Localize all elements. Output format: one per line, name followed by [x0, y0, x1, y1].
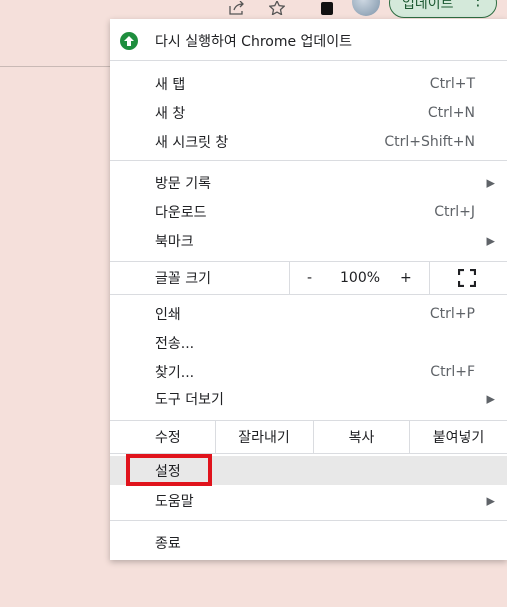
- share-icon[interactable]: [226, 0, 248, 16]
- page-divider: [0, 66, 110, 67]
- submenu-arrow-icon: ▶: [486, 392, 495, 406]
- menu-item-history[interactable]: 방문 기록 ▶: [110, 169, 507, 197]
- menu-item-label: 다시 실행하여 Chrome 업데이트: [155, 34, 353, 50]
- submenu-arrow-icon: ▶: [486, 234, 495, 248]
- menu-item-new-tab[interactable]: 새 탭 Ctrl+T: [110, 70, 507, 98]
- menu-item-label: 다운로드: [155, 205, 207, 221]
- submenu-arrow-icon: ▶: [486, 494, 495, 508]
- menu-item-label: 전송...: [155, 336, 195, 352]
- fullscreen-icon[interactable]: [457, 268, 477, 288]
- submenu-arrow-icon: ▶: [486, 176, 495, 190]
- menu-item-label: 방문 기록: [155, 176, 211, 192]
- copy-button[interactable]: 복사: [314, 421, 409, 453]
- menu-item-shortcut: Ctrl+N: [427, 105, 475, 121]
- menu-item-shortcut: Ctrl+T: [429, 76, 475, 92]
- menu-item-exit[interactable]: 종료: [110, 529, 507, 557]
- side-panel-icon[interactable]: [316, 0, 338, 16]
- menu-divider: [110, 520, 507, 521]
- avatar[interactable]: [352, 0, 380, 16]
- chrome-main-menu: 다시 실행하여 Chrome 업데이트 새 탭 Ctrl+T 새 창 Ctrl+…: [110, 19, 507, 560]
- menu-item-shortcut: Ctrl+F: [430, 364, 475, 380]
- zoom-label: 글꼴 크기: [155, 271, 211, 287]
- menu-item-print[interactable]: 인쇄 Ctrl+P: [110, 300, 507, 328]
- menu-item-label: 설정: [155, 463, 181, 480]
- update-button-label: 업데이트: [402, 0, 454, 12]
- zoom-out-button[interactable]: -: [307, 270, 312, 286]
- menu-item-bookmarks[interactable]: 북마크 ▶: [110, 227, 507, 255]
- menu-item-label: 새 시크릿 창: [155, 135, 229, 151]
- menu-divider: [110, 60, 507, 61]
- menu-item-label: 새 창: [155, 106, 186, 122]
- edit-label: 수정: [155, 430, 181, 446]
- menu-item-label: 북마크: [155, 234, 194, 250]
- menu-divider: [110, 453, 507, 454]
- cut-button[interactable]: 잘라내기: [216, 421, 312, 453]
- star-icon[interactable]: [266, 0, 288, 16]
- side-panel-glyph: [321, 1, 333, 15]
- update-button[interactable]: 업데이트 ⋮: [389, 0, 497, 18]
- zoom-divider: [289, 262, 290, 294]
- menu-item-find[interactable]: 찾기... Ctrl+F: [110, 358, 507, 386]
- menu-item-new-window[interactable]: 새 창 Ctrl+N: [110, 99, 507, 127]
- menu-item-label: 도구 더보기: [155, 392, 224, 408]
- menu-item-shortcut: Ctrl+Shift+N: [384, 134, 475, 150]
- paste-button[interactable]: 붙여넣기: [410, 421, 507, 453]
- menu-item-label: 도움말: [155, 494, 194, 510]
- zoom-divider: [429, 262, 430, 294]
- menu-item-settings[interactable]: 설정: [110, 456, 507, 485]
- browser-toolbar: 업데이트 ⋮: [0, 0, 507, 18]
- more-menu-icon[interactable]: ⋮: [470, 0, 486, 8]
- zoom-level-value: 100%: [340, 270, 381, 286]
- menu-item-more-tools[interactable]: 도구 더보기 ▶: [110, 385, 507, 413]
- menu-item-help[interactable]: 도움말 ▶: [110, 487, 507, 515]
- menu-edit-row: 수정 잘라내기 복사 붙여넣기: [110, 421, 507, 453]
- menu-divider: [110, 294, 507, 295]
- menu-item-shortcut: Ctrl+J: [434, 204, 475, 220]
- menu-item-label: 종료: [155, 536, 181, 552]
- menu-item-new-incognito-window[interactable]: 새 시크릿 창 Ctrl+Shift+N: [110, 128, 507, 156]
- menu-item-downloads[interactable]: 다운로드 Ctrl+J: [110, 198, 507, 226]
- menu-divider: [110, 160, 507, 161]
- menu-item-label: 찾기...: [155, 365, 195, 381]
- zoom-in-button[interactable]: +: [400, 270, 412, 286]
- menu-item-relaunch-update[interactable]: 다시 실행하여 Chrome 업데이트: [110, 27, 507, 55]
- menu-item-cast[interactable]: 전송...: [110, 329, 507, 357]
- menu-item-label: 인쇄: [155, 307, 181, 323]
- menu-item-label: 새 탭: [155, 77, 186, 93]
- menu-zoom-row: 글꼴 크기 - 100% +: [110, 262, 507, 294]
- update-arrow-icon: [120, 32, 138, 50]
- menu-item-shortcut: Ctrl+P: [429, 306, 475, 322]
